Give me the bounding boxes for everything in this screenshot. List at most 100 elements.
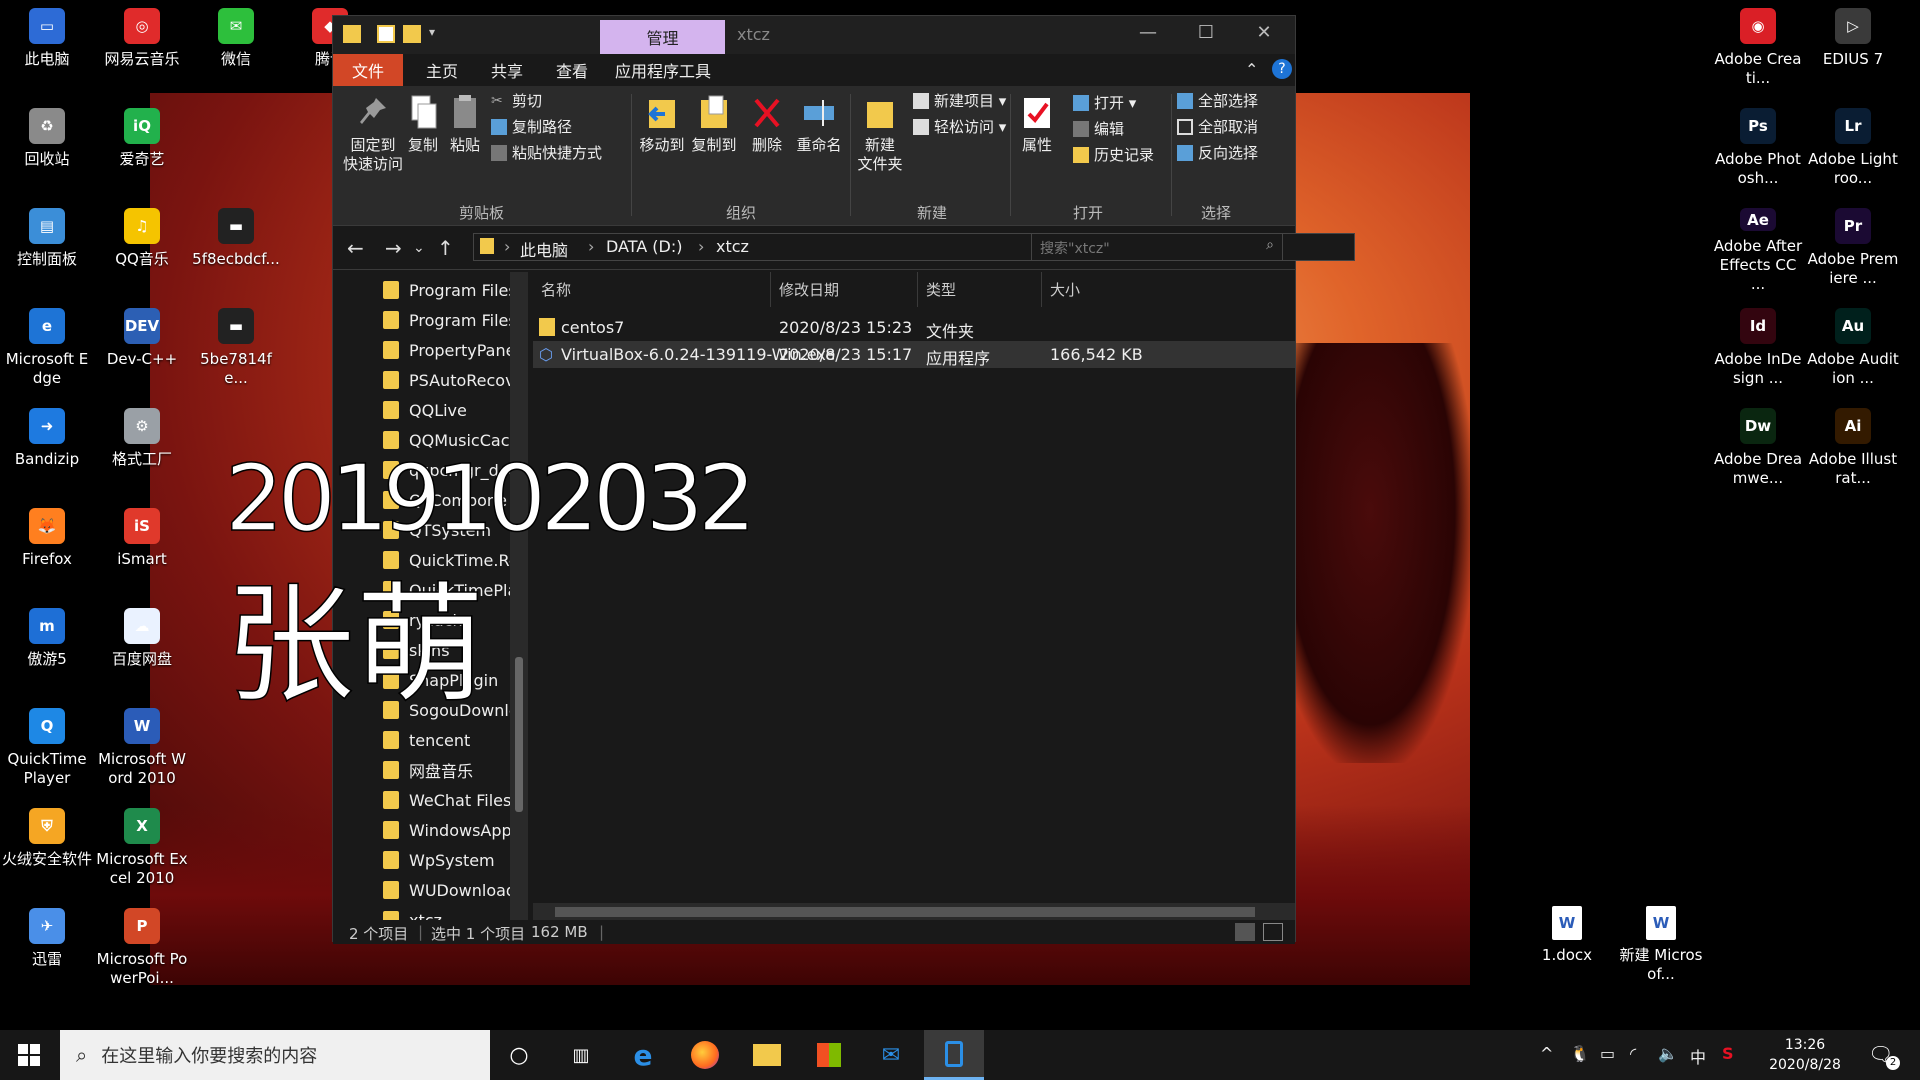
sogou-ime-icon[interactable]: S (1722, 1044, 1734, 1063)
desktop-shortcut-r6[interactable]: Id Adobe InDesign ... (1712, 302, 1804, 394)
forward-button[interactable]: → (385, 236, 402, 260)
large-icons-view-icon[interactable] (1263, 923, 1283, 941)
nav-scrollbar[interactable] (510, 272, 528, 920)
clock[interactable]: 13:26 2020/8/28 (1760, 1035, 1850, 1075)
horizontal-scrollbar-thumb[interactable] (555, 907, 1255, 917)
nav-folder-item[interactable]: PropertyPane (383, 336, 515, 364)
tab-home[interactable]: 主页 (413, 54, 471, 86)
back-button[interactable]: ← (347, 236, 364, 260)
column-header-type[interactable]: 类型 (918, 272, 1042, 307)
desktop-file-1docx[interactable]: W 1.docx (1521, 900, 1613, 992)
volume-icon[interactable]: 🔈 (1658, 1044, 1678, 1063)
desktop-shortcut-2[interactable]: ✉ 微信 (190, 2, 282, 94)
desktop-shortcut-14[interactable]: 🦊 Firefox (1, 502, 93, 594)
desktop-shortcut-15[interactable]: iS iSmart (96, 502, 188, 594)
copy-button[interactable]: 复制 (403, 94, 443, 155)
desktop-shortcut-16[interactable]: m 傲游5 (1, 602, 93, 694)
copy-to-button[interactable]: 复制到 (689, 94, 739, 155)
store-taskbar-icon[interactable] (800, 1030, 858, 1080)
desktop-shortcut-7[interactable]: ♫ QQ音乐 (96, 202, 188, 294)
cut-button[interactable]: ✂ 剪切 (491, 90, 542, 111)
desktop-shortcut-r2[interactable]: Ps Adobe Photosh... (1712, 102, 1804, 194)
desktop-shortcut-21[interactable]: X Microsoft Excel 2010 (96, 802, 188, 894)
paste-shortcut-button[interactable]: 粘贴快捷方式 (491, 142, 602, 163)
nav-folder-item[interactable]: QuickTimePla (383, 576, 517, 604)
easy-access-button[interactable]: 轻松访问 ▾ (913, 116, 1006, 137)
desktop-shortcut-0[interactable]: ▭ 此电脑 (1, 2, 93, 94)
nav-folder-item[interactable]: tencent (383, 726, 470, 754)
nav-folder-item[interactable]: WpSystem (383, 846, 495, 874)
horizontal-scrollbar[interactable] (533, 903, 1295, 920)
desktop-shortcut-r7[interactable]: Au Adobe Audition ... (1807, 302, 1899, 394)
desktop-shortcut-r0[interactable]: ◉ Adobe Creati... (1712, 2, 1804, 94)
nav-folder-item[interactable]: skins (383, 636, 450, 664)
tab-view[interactable]: 查看 (543, 54, 601, 86)
copy-path-button[interactable]: 复制路径 (491, 116, 572, 137)
nav-folder-item[interactable]: QQMusicCach (383, 426, 520, 454)
select-all-button[interactable]: 全部选择 (1177, 90, 1258, 111)
desktop-shortcut-18[interactable]: Q QuickTime Player (1, 702, 93, 794)
nav-folder-item[interactable]: qqpcmgr_doc (383, 456, 517, 484)
breadcrumb-data-drive[interactable]: DATA (D:) (606, 237, 683, 256)
search-input[interactable]: 搜索"xtcz" ⌕ (1031, 233, 1283, 261)
nav-folder-item[interactable]: WUDownload (383, 876, 516, 904)
qq-tray-icon[interactable]: 🐧 (1570, 1044, 1590, 1063)
show-hidden-icons-chevron[interactable]: ^ (1540, 1044, 1553, 1063)
desktop-shortcut-1[interactable]: ◎ 网易云音乐 (96, 2, 188, 94)
nav-folder-item[interactable]: Program Files (383, 306, 517, 334)
nav-folder-item[interactable]: QTSystem (383, 516, 491, 544)
column-header-name[interactable]: 名称 (533, 272, 771, 307)
mail-taskbar-icon[interactable]: ✉ (862, 1030, 920, 1080)
collapse-ribbon-icon[interactable]: ⌃ (1245, 60, 1258, 79)
desktop-shortcut-17[interactable]: ☁ 百度网盘 (96, 602, 188, 694)
close-button[interactable]: ✕ (1236, 22, 1292, 48)
column-header-size[interactable]: 大小 (1042, 272, 1142, 307)
open-button[interactable]: 打开 ▾ (1073, 92, 1136, 113)
tab-share[interactable]: 共享 (478, 54, 536, 86)
tab-application-tools[interactable]: 应用程序工具 (608, 54, 718, 86)
desktop-shortcut-11[interactable]: ▬ 5be7814fe... (190, 302, 282, 394)
nav-folder-item[interactable]: QQLive (383, 396, 467, 424)
taskbar-search-box[interactable]: ⌕ 在这里输入你要搜索的内容 (60, 1030, 490, 1080)
properties-button[interactable]: 属性 (1015, 94, 1059, 155)
select-none-button[interactable]: 全部取消 (1177, 116, 1258, 137)
nav-folder-item[interactable]: SogouDownlo (383, 696, 519, 724)
desktop-shortcut-23[interactable]: P Microsoft PowerPoi... (96, 902, 188, 994)
breadcrumb-this-pc[interactable]: 此电脑 (520, 237, 568, 261)
breadcrumb-xtcz[interactable]: xtcz (716, 237, 749, 256)
desktop-shortcut-r5[interactable]: Pr Adobe Premiere ... (1807, 202, 1899, 294)
minimize-button[interactable]: — (1120, 22, 1176, 48)
desktop-shortcut-20[interactable]: ⛨ 火绒安全软件 (1, 802, 93, 894)
recent-locations-button[interactable]: ⌄ (413, 240, 425, 256)
file-row[interactable]: ⬡ VirtualBox-6.0.24-139119-Win.exe 2020/8/… (533, 341, 1295, 368)
task-view-icon[interactable]: ▥ (552, 1030, 610, 1080)
tab-manage[interactable]: 管理 (600, 20, 725, 54)
edge-taskbar-icon[interactable]: e (614, 1030, 672, 1080)
file-row[interactable]: centos7 2020/8/23 15:23 文件夹 (533, 314, 1295, 341)
desktop-shortcut-8[interactable]: ▬ 5f8ecbdcf... (190, 202, 282, 294)
desktop-shortcut-r4[interactable]: Ae Adobe After Effects CC ... (1712, 202, 1804, 294)
details-view-icon[interactable] (1235, 923, 1255, 941)
desktop-shortcut-r8[interactable]: Dw Adobe Dreamwe... (1712, 402, 1804, 494)
desktop-shortcut-12[interactable]: ➜ Bandizip (1, 402, 93, 494)
desktop-shortcut-19[interactable]: W Microsoft Word 2010 (96, 702, 188, 794)
rename-button[interactable]: 重命名 (793, 94, 845, 155)
desktop-shortcut-13[interactable]: ⚙ 格式工厂 (96, 402, 188, 494)
nav-folder-item[interactable]: Program Files (383, 276, 517, 304)
file-explorer-taskbar-icon[interactable] (738, 1030, 796, 1080)
battery-icon[interactable]: ▭ (1600, 1044, 1615, 1063)
maximize-button[interactable]: ☐ (1178, 22, 1234, 48)
desktop-shortcut-r9[interactable]: Ai Adobe Illustrat... (1807, 402, 1899, 494)
help-icon[interactable]: ? (1272, 59, 1292, 79)
nav-folder-item[interactable]: WindowsApp (383, 816, 512, 844)
desktop-shortcut-r3[interactable]: Lr Adobe Lightroo... (1807, 102, 1899, 194)
edit-button[interactable]: 编辑 (1073, 118, 1124, 139)
nav-folder-item[interactable]: QTCompone (383, 486, 507, 514)
new-item-button[interactable]: 新建项目 ▾ (913, 90, 1006, 111)
column-header-date[interactable]: 修改日期 (771, 272, 918, 307)
history-button[interactable]: 历史记录 (1073, 144, 1154, 165)
paste-button[interactable]: 粘贴 (445, 94, 485, 155)
start-button[interactable] (0, 1030, 58, 1080)
desktop-file-new-word[interactable]: W 新建 Microsof... (1615, 900, 1707, 992)
tab-file[interactable]: 文件 (333, 54, 403, 86)
